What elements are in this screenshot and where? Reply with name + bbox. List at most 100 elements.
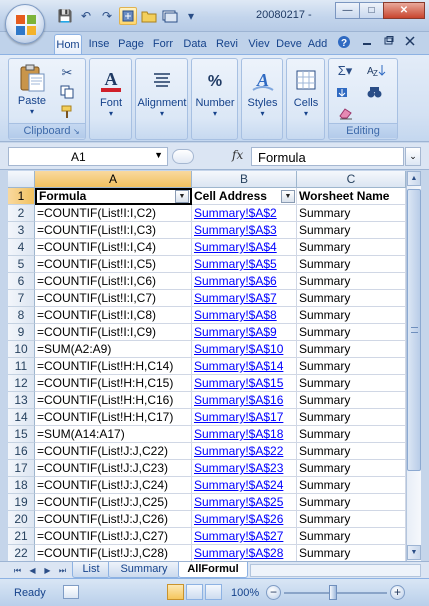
fill-icon[interactable] — [335, 85, 355, 101]
formula-expand-oval-icon[interactable] — [172, 149, 194, 164]
cell-address-link[interactable]: Summary!$A$8 — [192, 307, 297, 324]
cell-address-link[interactable]: Summary!$A$22 — [192, 443, 297, 460]
cell-worksheet-name[interactable]: Summary — [297, 528, 406, 545]
workbook-close-icon[interactable] — [405, 35, 415, 49]
sheet-tab-list[interactable]: List — [72, 562, 110, 578]
cell-formula[interactable]: =COUNTIF(List!H:H,C14) — [35, 358, 192, 375]
number-button[interactable]: % Number ▾ — [192, 65, 238, 118]
cell-worksheet-name[interactable]: Summary — [297, 256, 406, 273]
cell-worksheet-name[interactable]: Summary — [297, 324, 406, 341]
autosum-icon[interactable]: Σ▾ — [335, 63, 355, 79]
cell-formula[interactable]: =COUNTIF(List!J:J,C26) — [35, 511, 192, 528]
cell-address-link[interactable]: Summary!$A$3 — [192, 222, 297, 239]
cell-worksheet-name[interactable]: Summary — [297, 477, 406, 494]
tab-page-layout[interactable]: Page — [116, 34, 146, 54]
zoom-slider-thumb[interactable] — [329, 585, 337, 600]
cell-worksheet-name[interactable]: Summary — [297, 375, 406, 392]
cell-formula[interactable]: =COUNTIF(List!J:J,C23) — [35, 460, 192, 477]
tab-home[interactable]: Hom — [54, 34, 82, 54]
tab-data[interactable]: Data — [180, 34, 210, 54]
cell-address-link[interactable]: Summary!$A$24 — [192, 477, 297, 494]
cell-worksheet-name[interactable]: Summary — [297, 239, 406, 256]
row-header[interactable]: 5 — [8, 256, 35, 273]
row-header[interactable]: 4 — [8, 239, 35, 256]
page-layout-view-icon[interactable] — [186, 584, 203, 600]
cell-address-link[interactable]: Summary!$A$26 — [192, 511, 297, 528]
cell-worksheet-name[interactable]: Summary — [297, 545, 406, 561]
sort-filter-icon[interactable]: AZ — [365, 63, 391, 79]
vertical-scroll-thumb[interactable] — [407, 189, 421, 471]
cell-address-link[interactable]: Summary!$A$18 — [192, 426, 297, 443]
cell-address-link[interactable]: Summary!$A$14 — [192, 358, 297, 375]
normal-view-icon[interactable] — [167, 584, 184, 600]
cell-address-link[interactable]: Summary!$A$25 — [192, 494, 297, 511]
row-header[interactable]: 1 — [8, 188, 35, 205]
cell-formula[interactable]: =COUNTIF(List!I:I,C3) — [35, 222, 192, 239]
cell-worksheet-name[interactable]: Summary — [297, 494, 406, 511]
maximize-button[interactable]: □ — [359, 2, 384, 19]
styles-button[interactable]: A Styles ▾ — [242, 65, 283, 118]
formula-bar-expand-icon[interactable]: ⌄ — [405, 147, 421, 166]
ribbon-restore-icon[interactable] — [384, 35, 394, 49]
cell-formula[interactable]: =COUNTIF(List!I:I,C4) — [35, 239, 192, 256]
name-box-dropdown-icon[interactable]: ▼ — [154, 150, 163, 160]
column-header-a[interactable]: A — [35, 171, 192, 188]
cell-formula[interactable]: =COUNTIF(List!H:H,C17) — [35, 409, 192, 426]
cell-worksheet-name[interactable]: Summary — [297, 392, 406, 409]
cell-address-link[interactable]: Summary!$A$9 — [192, 324, 297, 341]
cell-formula[interactable]: =COUNTIF(List!H:H,C16) — [35, 392, 192, 409]
tab-review[interactable]: Revi — [212, 34, 242, 54]
zoom-out-icon[interactable]: − — [266, 585, 281, 600]
cell-formula[interactable]: =SUM(A2:A9) — [35, 341, 192, 358]
row-header[interactable]: 21 — [8, 528, 35, 545]
row-header[interactable]: 14 — [8, 409, 35, 426]
row-header[interactable]: 6 — [8, 273, 35, 290]
cell-worksheet-name[interactable]: Summary — [297, 443, 406, 460]
cell-worksheet-name[interactable]: Summary — [297, 341, 406, 358]
cell-worksheet-name[interactable]: Summary — [297, 409, 406, 426]
row-header[interactable]: 22 — [8, 545, 35, 561]
row-header[interactable]: 13 — [8, 392, 35, 409]
cell-formula[interactable]: =SUM(A14:A17) — [35, 426, 192, 443]
font-button[interactable]: A Font ▾ — [92, 65, 130, 118]
tab-formulas[interactable]: Forr — [148, 34, 178, 54]
cell-formula[interactable]: =COUNTIF(List!J:J,C25) — [35, 494, 192, 511]
cell-address-link[interactable]: Summary!$A$6 — [192, 273, 297, 290]
save-icon[interactable]: 💾 — [56, 7, 74, 25]
zoom-in-icon[interactable]: + — [390, 585, 405, 600]
window-icon[interactable] — [161, 7, 179, 25]
cell-address-link[interactable]: Summary!$A$10 — [192, 341, 297, 358]
cell-formula[interactable]: =COUNTIF(List!I:I,C5) — [35, 256, 192, 273]
cell-worksheet-name[interactable]: Summary — [297, 290, 406, 307]
cell-address-link[interactable]: Summary!$A$5 — [192, 256, 297, 273]
cells-button[interactable]: Cells ▾ — [287, 65, 325, 118]
cell-formula[interactable]: =COUNTIF(List!H:H,C15) — [35, 375, 192, 392]
row-header[interactable]: 17 — [8, 460, 35, 477]
help-icon[interactable]: ? — [337, 35, 351, 52]
page-break-view-icon[interactable] — [205, 584, 222, 600]
sheet-tab-summary[interactable]: Summary — [108, 562, 180, 578]
filter-dropdown-icon[interactable]: ▼ — [281, 190, 295, 203]
cell-formula[interactable]: =COUNTIF(List!J:J,C22) — [35, 443, 192, 460]
column-header-c[interactable]: C — [297, 171, 406, 188]
close-button[interactable]: ✕ — [383, 2, 425, 19]
cell-formula[interactable]: =COUNTIF(List!I:I,C6) — [35, 273, 192, 290]
cell-formula[interactable]: =COUNTIF(List!J:J,C27) — [35, 528, 192, 545]
horizontal-scrollbar[interactable] — [250, 564, 421, 577]
row-header[interactable]: 2 — [8, 205, 35, 222]
customize-toolbar-icon[interactable]: ▾ — [182, 7, 200, 25]
number-group[interactable]: % Number ▾ — [191, 58, 238, 140]
cell-worksheet-name[interactable]: Summary — [297, 273, 406, 290]
row-header[interactable]: 15 — [8, 426, 35, 443]
undo-icon[interactable]: ↶ — [77, 7, 95, 25]
row-header[interactable]: 16 — [8, 443, 35, 460]
insert-function-icon[interactable]: fx — [232, 148, 243, 162]
row-header[interactable]: 3 — [8, 222, 35, 239]
scroll-down-arrow-icon[interactable]: ▼ — [407, 545, 421, 560]
cell-worksheet-name[interactable]: Summary — [297, 205, 406, 222]
redo-icon[interactable]: ↷ — [98, 7, 116, 25]
font-group[interactable]: A Font ▾ — [89, 58, 132, 140]
alignment-group[interactable]: Alignment ▾ — [135, 58, 188, 140]
cell-address-link[interactable]: Summary!$A$27 — [192, 528, 297, 545]
cell-worksheet-name[interactable]: Summary — [297, 307, 406, 324]
